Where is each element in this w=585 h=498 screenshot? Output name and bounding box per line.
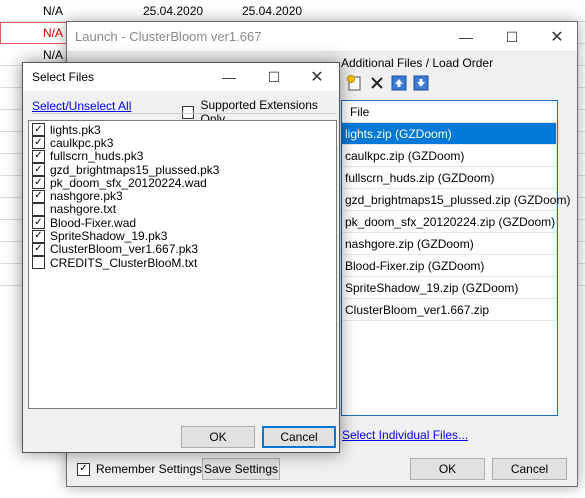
save-settings-button[interactable]: Save Settings — [202, 458, 280, 480]
minimize-icon[interactable]: — — [443, 22, 489, 52]
check-icon[interactable]: ✓ — [32, 123, 45, 137]
list-item[interactable]: ✓ nashgore.pk3 — [29, 189, 336, 204]
ok-button[interactable]: OK — [410, 458, 485, 480]
file-toolbar — [346, 74, 430, 92]
checkbox-box[interactable] — [32, 256, 45, 270]
close-icon[interactable]: ✕ — [534, 22, 580, 52]
check-icon[interactable]: ✓ — [32, 163, 45, 177]
dialog-title: Select Files — [32, 70, 95, 84]
file-checklist[interactable]: ✓ lights.pk3 ✓ caulkpc.pk3 ✓ fullscrn_huds.… — [28, 120, 337, 409]
file-name: CREDITS_ClusterBlooM.txt — [50, 255, 198, 270]
list-item[interactable]: CREDITS_ClusterBlooM.txt — [29, 255, 336, 270]
check-icon[interactable]: ✓ — [32, 242, 45, 256]
load-order-list[interactable]: File lights.zip (GZDoom) caulkpc.zip (GZ… — [341, 100, 570, 416]
list-item[interactable]: nashgore.zip (GZDoom) — [342, 233, 557, 255]
file-name: lights.pk3 — [50, 122, 101, 137]
file-name: caulkpc.pk3 — [50, 135, 114, 150]
select-individual-files-link[interactable]: Select Individual Files... — [342, 428, 468, 442]
maximize-icon[interactable]: ☐ — [489, 22, 535, 52]
list-item[interactable]: ✓ Blood-Fixer.wad — [29, 215, 336, 230]
dialog-cancel-button[interactable]: Cancel — [262, 426, 336, 448]
file-name: Blood-Fixer.wad — [50, 215, 137, 230]
select-files-dialog: Select Files — ☐ ✕ Select/Unselect All S… — [22, 62, 340, 453]
list-item[interactable]: ✓ lights.pk3 — [29, 122, 336, 137]
checkbox-box[interactable] — [182, 105, 195, 119]
check-icon[interactable]: ✓ — [32, 229, 45, 243]
dialog-ok-button[interactable]: OK — [181, 426, 255, 448]
check-icon[interactable]: ✓ — [32, 216, 45, 230]
select-unselect-all-link[interactable]: Select/Unselect All — [32, 99, 131, 113]
list-item[interactable]: gzd_brightmaps15_plussed.zip (GZDoom) — [342, 189, 570, 211]
move-up-icon[interactable] — [390, 74, 408, 92]
group-label: Additional Files / Load Order — [341, 56, 494, 70]
list-item[interactable]: ✓ ClusterBloom_ver1.667.pk3 — [29, 242, 336, 257]
check-icon[interactable]: ✓ — [32, 189, 45, 203]
list-item[interactable]: Blood-Fixer.zip (GZDoom) — [342, 255, 557, 277]
row-highlight — [0, 22, 70, 44]
minimize-icon[interactable]: — — [207, 63, 251, 91]
list-item[interactable]: ClusterBloom_ver1.667.zip — [342, 299, 557, 321]
list-item[interactable]: ✓ gzd_brightmaps15_plussed.pk3 — [29, 162, 336, 177]
list-item[interactable]: SpriteShadow_19.zip (GZDoom) — [342, 277, 557, 299]
list-item[interactable]: lights.zip (GZDoom) — [342, 123, 557, 145]
table-cell: N/A — [43, 48, 64, 62]
list-item[interactable]: nashgore.txt — [29, 202, 336, 217]
file-name: SpriteShadow_19.pk3 — [50, 229, 168, 244]
table-cell: N/A — [43, 4, 64, 18]
checkbox-box[interactable] — [32, 202, 45, 216]
list-item[interactable]: pk_doom_sfx_20120224.zip (GZDoom) — [342, 211, 557, 233]
list-item[interactable]: ✓ fullscrn_huds.pk3 — [29, 149, 336, 164]
launch-bottom-bar: ✓ Remember Settings Save Settings OK Can… — [67, 453, 577, 487]
file-name: ClusterBloom_ver1.667.pk3 — [50, 242, 199, 257]
check-icon[interactable]: ✓ — [32, 176, 45, 190]
close-icon[interactable]: ✕ — [295, 63, 339, 91]
list-item[interactable]: ✓ SpriteShadow_19.pk3 — [29, 229, 336, 244]
list-item[interactable]: caulkpc.zip (GZDoom) — [342, 145, 557, 167]
check-icon[interactable]: ✓ — [32, 149, 45, 163]
remember-settings-checkbox[interactable]: ✓ Remember Settings — [77, 462, 202, 476]
list-header[interactable]: File — [342, 101, 557, 123]
table-cell: 25.04.2020 — [242, 4, 303, 18]
list-item[interactable]: ✓ caulkpc.pk3 — [29, 135, 336, 150]
list-item[interactable]: fullscrn_huds.zip (GZDoom) — [342, 167, 557, 189]
table-cell: 25.04.2020 — [143, 4, 204, 18]
table-row[interactable]: N/A 25.04.2020 25.04.2020 — [0, 0, 585, 22]
check-icon[interactable]: ✓ — [32, 136, 45, 150]
file-name: nashgore.pk3 — [50, 189, 123, 204]
file-name: nashgore.txt — [50, 202, 117, 217]
launch-title: Launch - ClusterBloom ver1.667 — [75, 29, 262, 44]
remove-file-icon[interactable] — [368, 74, 386, 92]
file-name: fullscrn_huds.pk3 — [50, 149, 144, 164]
file-name: pk_doom_sfx_20120224.wad — [50, 175, 207, 190]
file-name: gzd_brightmaps15_plussed.pk3 — [50, 162, 220, 177]
remember-settings-label: Remember Settings — [96, 462, 203, 476]
cancel-button[interactable]: Cancel — [492, 458, 567, 480]
maximize-icon[interactable]: ☐ — [252, 63, 296, 91]
move-down-icon[interactable] — [412, 74, 430, 92]
list-item[interactable]: ✓ pk_doom_sfx_20120224.wad — [29, 175, 336, 190]
add-file-icon[interactable] — [346, 74, 364, 92]
check-icon[interactable]: ✓ — [77, 462, 90, 476]
divider — [32, 113, 337, 114]
